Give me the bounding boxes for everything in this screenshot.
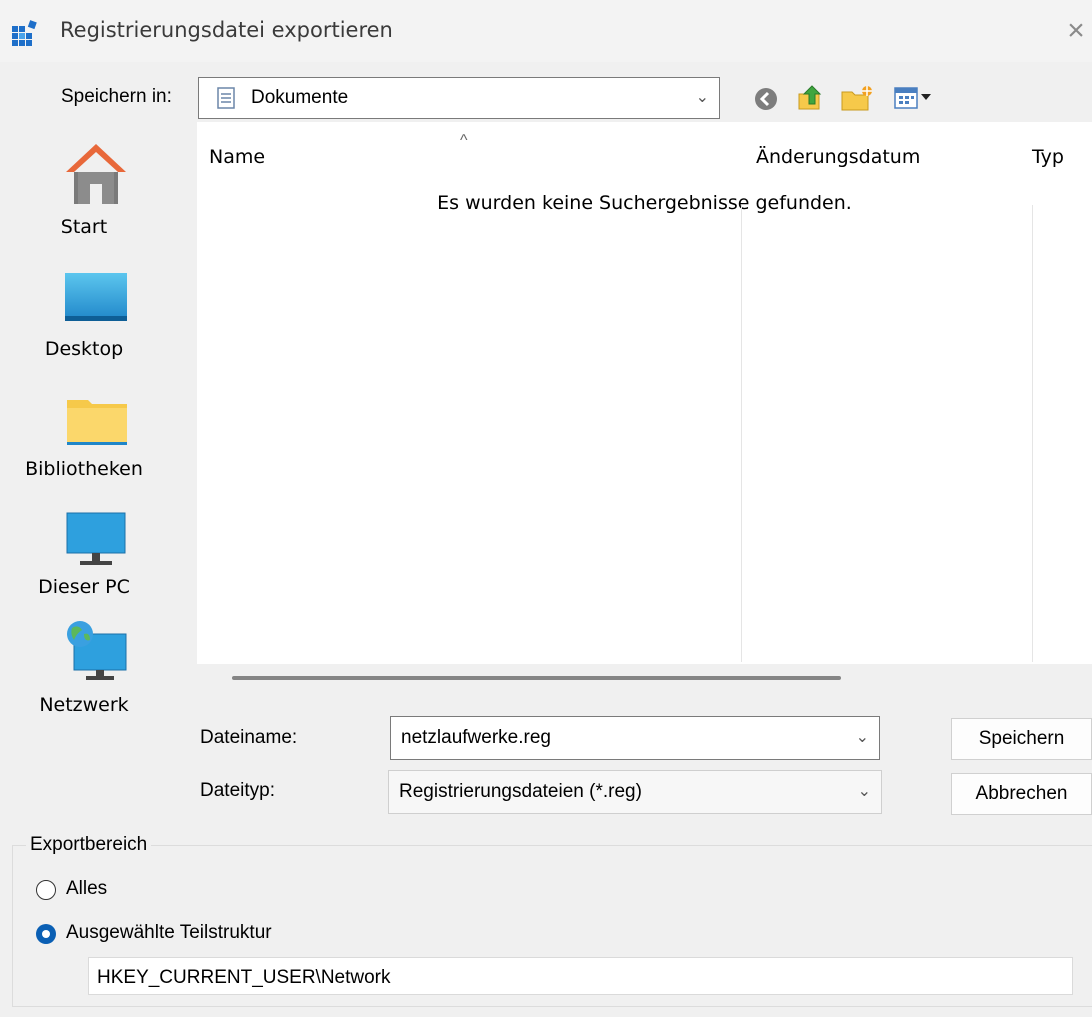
place-network[interactable]: Netzwerk <box>0 614 168 730</box>
place-this-pc[interactable]: Dieser PC <box>0 492 168 608</box>
up-folder-icon[interactable] <box>796 82 826 112</box>
place-label: Dieser PC <box>38 576 130 598</box>
chevron-down-icon: ⌄ <box>855 729 869 746</box>
back-icon[interactable] <box>753 86 779 112</box>
chevron-down-icon: ⌄ <box>695 89 709 106</box>
place-label: Bibliotheken <box>25 458 143 480</box>
place-libraries[interactable]: Bibliotheken <box>0 370 168 486</box>
chevron-down-icon: ⌄ <box>857 783 871 800</box>
sort-ascending-icon: ^ <box>460 132 468 149</box>
place-label: Netzwerk <box>39 694 129 716</box>
radio-all-label[interactable]: Alles <box>66 878 107 900</box>
radio-selected-branch[interactable] <box>36 924 56 944</box>
filetype-dropdown[interactable]: Registrierungsdateien (*.reg) ⌄ <box>388 770 882 814</box>
libraries-icon <box>66 394 128 451</box>
horizontal-scrollbar[interactable] <box>232 676 841 680</box>
column-divider <box>1032 205 1033 662</box>
network-icon <box>64 620 128 689</box>
file-list[interactable]: ^ Name Änderungsdatum Typ Es wurden kein… <box>197 122 1092 664</box>
place-start[interactable]: Start <box>0 122 168 242</box>
save-button[interactable]: Speichern <box>951 718 1092 760</box>
registry-editor-icon <box>12 20 40 46</box>
radio-selected-branch-label[interactable]: Ausgewählte Teilstruktur <box>66 922 272 944</box>
filename-label: Dateiname: <box>200 727 298 748</box>
filename-value: netzlaufwerke.reg <box>401 727 551 748</box>
column-header-type[interactable]: Typ <box>1032 146 1064 168</box>
this-pc-icon <box>66 512 126 573</box>
place-desktop[interactable]: Desktop <box>0 248 168 366</box>
column-header-modified[interactable]: Änderungsdatum <box>756 146 920 168</box>
window-title: Registrierungsdatei exportieren <box>60 18 393 42</box>
branch-path-value: HKEY_CURRENT_USER\Network <box>97 967 391 988</box>
home-icon <box>64 140 128 211</box>
place-label: Start <box>60 216 108 238</box>
export-range-legend: Exportbereich <box>26 834 152 856</box>
documents-icon <box>217 87 235 114</box>
filename-input[interactable]: netzlaufwerke.reg ⌄ <box>390 716 880 760</box>
branch-path-input[interactable]: HKEY_CURRENT_USER\Network <box>88 957 1073 995</box>
desktop-icon <box>64 272 128 327</box>
location-dropdown[interactable]: Dokumente ⌄ <box>198 77 720 119</box>
close-button[interactable]: × <box>1060 10 1092 52</box>
filetype-label: Dateityp: <box>200 780 275 801</box>
place-label: Desktop <box>44 338 124 360</box>
view-menu-icon[interactable] <box>894 86 934 112</box>
column-header-name[interactable]: Name <box>209 146 265 168</box>
cancel-button[interactable]: Abbrechen <box>951 773 1092 815</box>
new-folder-icon[interactable] <box>840 84 874 112</box>
filetype-value: Registrierungsdateien (*.reg) <box>399 781 642 802</box>
places-bar: Start Desktop Bibliotheken Dieser PC Net… <box>0 122 168 716</box>
radio-all[interactable] <box>36 880 56 900</box>
save-in-label: Speichern in: <box>61 86 172 107</box>
location-value: Dokumente <box>251 87 349 108</box>
column-divider <box>741 205 742 662</box>
empty-results-message: Es wurden keine Suchergebnisse gefunden. <box>437 192 852 214</box>
